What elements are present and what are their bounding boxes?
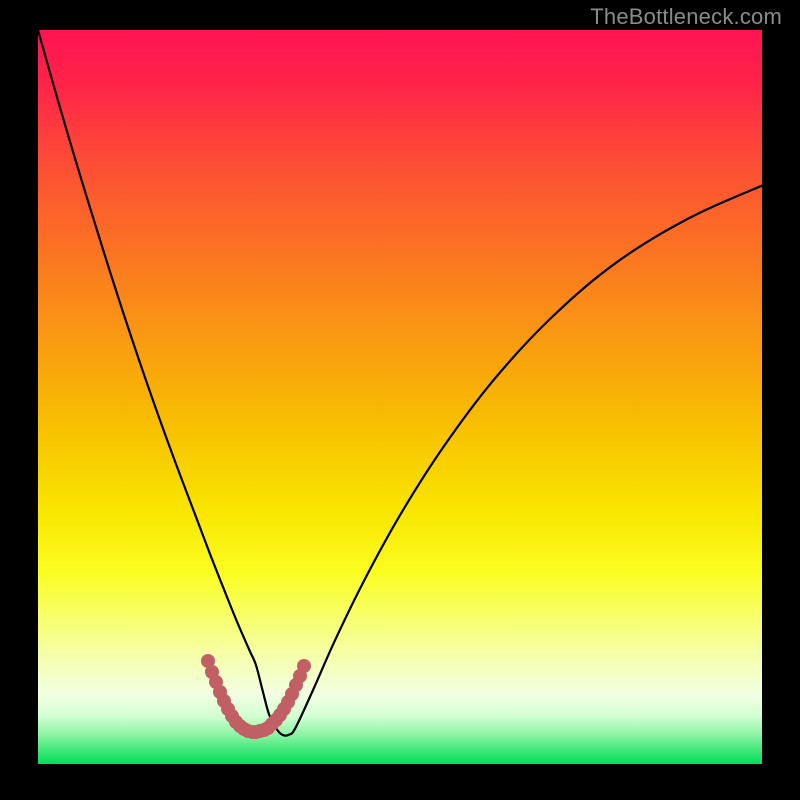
watermark-text: TheBottleneck.com	[590, 4, 782, 30]
chart-container: TheBottleneck.com	[0, 0, 800, 800]
gradient-background	[38, 30, 762, 764]
bottleneck-chart	[0, 0, 800, 800]
